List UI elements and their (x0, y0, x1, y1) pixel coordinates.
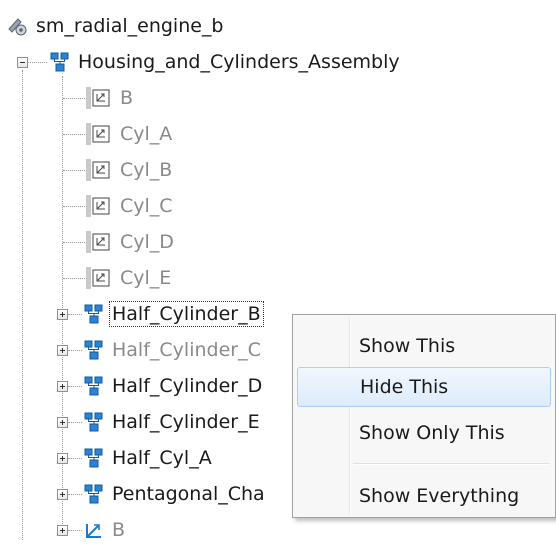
tree-item-subassembly[interactable]: Half_Cyl_A (84, 443, 214, 473)
tree-guide-line (68, 314, 82, 315)
collapse-toggle[interactable] (17, 57, 28, 68)
part-icon (86, 231, 112, 253)
part-label: Cyl_A (120, 123, 173, 145)
menu-item-hide-this[interactable]: Hide This (297, 367, 551, 407)
expand-toggle[interactable] (57, 453, 68, 464)
part-icon (86, 159, 112, 181)
part-label: Cyl_E (120, 267, 172, 289)
tree-item-part[interactable]: Cyl_D (86, 227, 176, 257)
tree-item-assembly[interactable]: Housing_and_Cylinders_Assembly (50, 47, 402, 77)
tree-item-subassembly[interactable]: Half_Cylinder_C (84, 335, 263, 365)
subsystem-assembly-icon (84, 448, 104, 468)
tree-item-part[interactable]: B (86, 83, 135, 113)
menu-item-show-only-this[interactable]: Show Only This (297, 413, 551, 453)
subsystem-assembly-icon (84, 484, 104, 504)
tree-guide-line (22, 70, 23, 540)
subassembly-label: Half_Cylinder_E (112, 411, 260, 433)
tree-guide-line (68, 494, 82, 495)
tree-guide-line (68, 386, 82, 387)
expand-toggle[interactable] (57, 345, 68, 356)
context-menu: Show This Hide This Show Only This Show … (292, 314, 556, 518)
subsystem-assembly-icon (84, 340, 104, 360)
part-icon (86, 87, 112, 109)
subassembly-label: Half_Cylinder_B (109, 301, 264, 327)
tree-guide-line (68, 530, 82, 531)
tree-item-subassembly[interactable]: Half_Cylinder_E (84, 407, 262, 437)
menu-item-label: Show Everything (359, 485, 520, 507)
expand-toggle[interactable] (57, 525, 68, 536)
tree-root[interactable]: sm_radial_engine_b (6, 11, 226, 41)
root-label: sm_radial_engine_b (36, 15, 224, 37)
tree-item-part[interactable]: Cyl_A (86, 119, 174, 149)
subassembly-label: Pentagonal_Cha (112, 483, 265, 505)
subassembly-label: Half_Cyl_A (112, 447, 212, 469)
subassembly-label: Half_Cylinder_C (112, 339, 261, 361)
tree-item-part[interactable]: Cyl_B (86, 155, 174, 185)
part-icon (86, 195, 112, 217)
tree-item-part[interactable]: Cyl_E (86, 263, 173, 293)
tree-guide-line (68, 350, 82, 351)
menu-separator (353, 463, 549, 465)
part-label: Cyl_C (120, 195, 173, 217)
tree-guide-line (68, 422, 82, 423)
menu-item-label: Show This (359, 335, 456, 357)
tree-item-subassembly[interactable]: Half_Cylinder_D (84, 371, 264, 401)
subassembly-label: Half_Cylinder_D (112, 375, 263, 397)
tree-guide-line (63, 278, 85, 279)
tree-guide-line (27, 62, 47, 63)
tree-guide-line (68, 458, 82, 459)
expand-toggle[interactable] (57, 309, 68, 320)
tree-item-part[interactable]: Cyl_C (86, 191, 175, 221)
tree-guide-line (63, 242, 85, 243)
expand-toggle[interactable] (57, 417, 68, 428)
tree-item-subassembly[interactable]: Half_Cylinder_B (84, 299, 264, 329)
expand-toggle[interactable] (57, 489, 68, 500)
part-label: Cyl_D (120, 231, 174, 253)
tree-guide-line (63, 170, 85, 171)
subsystem-assembly-icon (84, 304, 104, 324)
assembly-label: Housing_and_Cylinders_Assembly (78, 51, 400, 73)
tree-guide-line (63, 206, 85, 207)
tree-guide-line (63, 134, 85, 135)
menu-item-show-everything[interactable]: Show Everything (297, 476, 551, 516)
tree-item-subassembly[interactable]: Pentagonal_Cha (84, 479, 267, 509)
menu-item-label: Hide This (360, 376, 449, 398)
part-label: B (120, 87, 134, 109)
frame-icon (84, 520, 104, 540)
part-icon (86, 123, 112, 145)
menu-item-show-this[interactable]: Show This (297, 326, 551, 366)
tree-item-frame[interactable]: B (84, 515, 127, 545)
part-label: Cyl_B (120, 159, 173, 181)
subsystem-assembly-icon (84, 376, 104, 396)
subsystem-assembly-icon (50, 52, 70, 72)
expand-toggle[interactable] (57, 381, 68, 392)
subsystem-assembly-icon (84, 412, 104, 432)
tree-guide-line (63, 98, 85, 99)
frame-label: B (112, 519, 126, 541)
model-gear-icon (6, 15, 28, 37)
part-icon (86, 267, 112, 289)
menu-item-label: Show Only This (359, 422, 505, 444)
